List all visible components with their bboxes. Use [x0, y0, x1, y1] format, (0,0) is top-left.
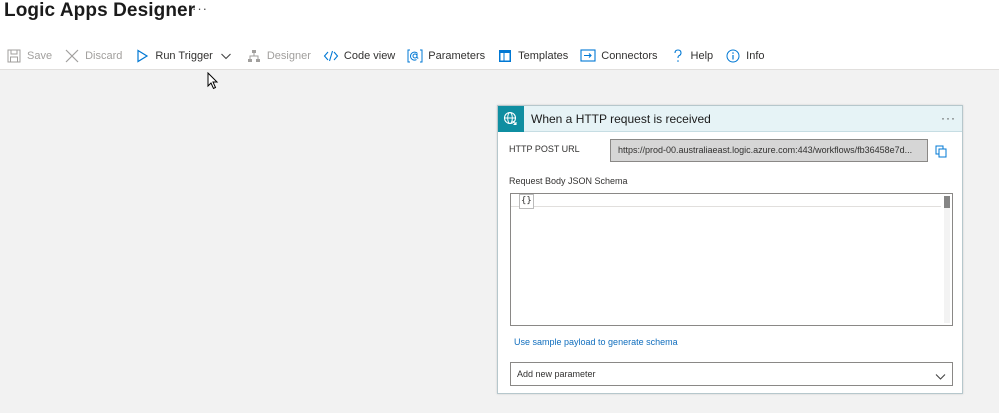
- http-post-url-label: HTTP POST URL: [509, 144, 580, 154]
- help-label: Help: [690, 50, 714, 62]
- page-title: Logic Apps Designer: [4, 0, 196, 21]
- parameters-button[interactable]: Parameters: [407, 42, 485, 70]
- info-button[interactable]: Info: [725, 42, 765, 70]
- code-view-button[interactable]: Code view: [323, 42, 395, 70]
- designer-label: Designer: [266, 50, 311, 62]
- sample-payload-link[interactable]: Use sample payload to generate schema: [514, 337, 678, 347]
- http-post-url-field[interactable]: https://prod-00.australiaeast.logic.azur…: [610, 139, 928, 162]
- http-trigger-card: When a HTTP request is received ··· HTTP…: [497, 105, 963, 394]
- connectors-button[interactable]: Connectors: [580, 42, 658, 70]
- designer-button[interactable]: Designer: [246, 42, 311, 70]
- trigger-card-title: When a HTTP request is received: [531, 111, 711, 126]
- mouse-cursor-icon: [207, 71, 219, 95]
- toolbar: Save Discard Run Trigger Designer Code v…: [0, 42, 999, 70]
- add-parameter-label: Add new parameter: [517, 369, 596, 379]
- close-icon: [64, 48, 80, 64]
- templates-label: Templates: [518, 50, 569, 62]
- at-sign-icon: [407, 48, 423, 64]
- add-new-parameter-dropdown[interactable]: Add new parameter: [510, 362, 953, 386]
- hierarchy-icon: [246, 48, 262, 64]
- question-icon: [670, 48, 686, 64]
- copy-icon[interactable]: [935, 145, 947, 163]
- trigger-card-header[interactable]: When a HTTP request is received ···: [498, 105, 962, 132]
- templates-button[interactable]: Templates: [497, 42, 568, 70]
- schema-scrollbar-thumb[interactable]: [944, 196, 950, 208]
- code-view-label: Code view: [343, 50, 396, 62]
- card-more-button[interactable]: ···: [941, 111, 956, 125]
- discard-label: Discard: [85, 50, 123, 62]
- schema-editor[interactable]: {}: [510, 193, 953, 326]
- save-button[interactable]: Save: [6, 42, 52, 70]
- title-bar: Logic Apps Designer ···: [0, 0, 999, 34]
- info-icon: [725, 48, 741, 64]
- chevron-down-icon: [935, 369, 946, 387]
- play-icon: [134, 48, 150, 64]
- more-options-button[interactable]: ···: [192, 1, 208, 16]
- schema-current-line: [511, 194, 941, 207]
- template-icon: [497, 48, 513, 64]
- save-icon: [6, 48, 22, 64]
- help-button[interactable]: Help: [670, 42, 714, 70]
- code-icon: [323, 48, 339, 64]
- schema-label: Request Body JSON Schema: [509, 176, 628, 186]
- connectors-label: Connectors: [601, 50, 658, 62]
- run-trigger-button[interactable]: Run Trigger: [134, 42, 233, 70]
- chevron-down-icon[interactable]: [218, 48, 234, 64]
- info-label: Info: [746, 50, 765, 62]
- discard-button[interactable]: Discard: [64, 42, 122, 70]
- save-label: Save: [27, 50, 53, 62]
- schema-text: {}: [519, 194, 534, 209]
- run-trigger-label: Run Trigger: [155, 50, 213, 62]
- connector-icon: [580, 48, 596, 64]
- parameters-label: Parameters: [428, 50, 486, 62]
- schema-scrollbar-track[interactable]: [944, 196, 950, 323]
- globe-request-icon: [498, 105, 524, 132]
